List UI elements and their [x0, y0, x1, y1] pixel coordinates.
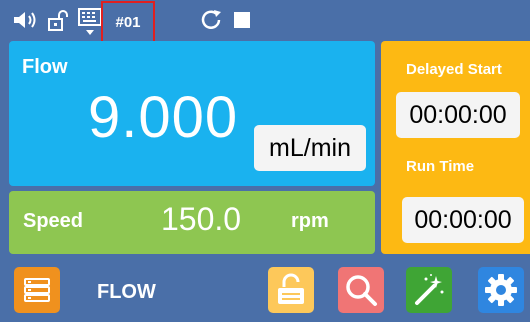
- speed-label: Speed: [23, 210, 84, 232]
- magic-wand-icon: [415, 274, 444, 305]
- unlock-icon: [278, 273, 304, 304]
- menu-icon: [24, 278, 50, 302]
- search-icon: [346, 275, 377, 306]
- menu-button[interactable]: [14, 267, 60, 313]
- gear-icon: [485, 274, 517, 306]
- flow-label: Flow: [22, 56, 68, 78]
- run-time-label: Run Time: [406, 158, 475, 175]
- mode-label: FLOW: [97, 281, 156, 303]
- stop-icon[interactable]: [233, 9, 251, 31]
- speed-unit: rpm: [291, 210, 329, 232]
- flow-value[interactable]: 9.000: [88, 84, 238, 151]
- speed-value[interactable]: 150.0: [161, 201, 241, 238]
- unlock-icon[interactable]: [45, 9, 73, 31]
- refresh-icon[interactable]: [199, 9, 225, 31]
- settings-button[interactable]: [478, 267, 524, 313]
- delayed-start-time[interactable]: 00:00:00: [396, 92, 520, 138]
- flow-unit-button[interactable]: mL/min: [254, 125, 366, 171]
- pump-id-label[interactable]: #01: [101, 1, 155, 43]
- keyboard-icon[interactable]: [77, 7, 103, 39]
- wizard-button[interactable]: [406, 267, 452, 313]
- unlock-button[interactable]: [268, 267, 314, 313]
- run-time-value[interactable]: 00:00:00: [402, 197, 524, 243]
- search-button[interactable]: [338, 267, 384, 313]
- delayed-start-label: Delayed Start: [406, 61, 502, 78]
- speaker-icon[interactable]: [11, 9, 41, 31]
